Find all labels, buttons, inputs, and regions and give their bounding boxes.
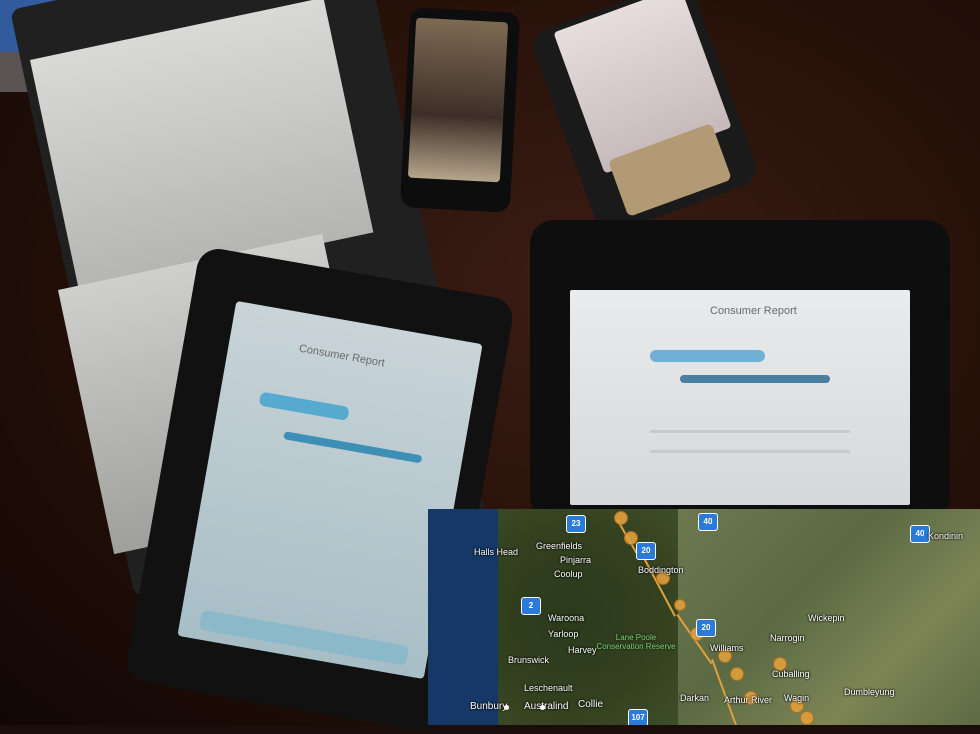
map-place-label: Leschenault bbox=[524, 683, 573, 693]
map-place-label: Brunswick bbox=[508, 655, 550, 665]
form-slider bbox=[283, 431, 423, 464]
map-place-label: Narrogin bbox=[770, 633, 805, 643]
city-dot bbox=[504, 705, 509, 710]
map-place-label: Pinjarra bbox=[560, 555, 592, 565]
highway-shield: 40 bbox=[910, 525, 930, 543]
map-place-label: Halls Head bbox=[474, 547, 519, 557]
map-place-label: Greenfields bbox=[536, 541, 583, 551]
ipad-screen: Consumer Report bbox=[570, 290, 910, 505]
form-line bbox=[650, 430, 850, 433]
map-place-label: Collie bbox=[578, 699, 604, 710]
highway-shield: 40 bbox=[698, 513, 718, 531]
map-place-label: Cuballing bbox=[772, 669, 810, 679]
map-place-label: Australind bbox=[524, 701, 569, 712]
highway-shield: 20 bbox=[696, 619, 716, 637]
highway-shield: 23 bbox=[566, 515, 586, 533]
route-marker bbox=[800, 711, 814, 725]
iphone-photo-screen bbox=[407, 17, 509, 183]
map-place-label: Yarloop bbox=[548, 629, 579, 639]
route-marker bbox=[730, 667, 744, 681]
form-title-right: Consumer Report bbox=[710, 305, 797, 317]
map-place-label: Waroona bbox=[548, 613, 585, 623]
form-slider-right bbox=[680, 375, 830, 383]
map-inset: 23 40 20 2 20 107 40 Halls Head Greenfie… bbox=[428, 509, 980, 725]
map-place-label: Wagin bbox=[784, 693, 810, 703]
map-place-label: Coolup bbox=[554, 569, 583, 579]
route-marker bbox=[614, 511, 628, 525]
form-field-highlight-right bbox=[650, 350, 765, 362]
map-place-label: Kondinin bbox=[928, 531, 964, 541]
map-place-label: Harvey bbox=[568, 645, 597, 655]
map-place-label: Bunbury bbox=[470, 701, 508, 712]
map-place-label: Arthur River bbox=[724, 695, 773, 705]
form-line bbox=[650, 450, 850, 453]
map-place-label: Boddington bbox=[638, 565, 684, 575]
highway-shield: 20 bbox=[636, 542, 656, 560]
map-place-label: Dumbleyung bbox=[844, 687, 895, 697]
form-title-left: Consumer Report bbox=[298, 342, 386, 370]
highway-shield: 2 bbox=[521, 597, 541, 615]
map-place-label: Darkan bbox=[680, 693, 710, 703]
reserve-label: Lane Poole Conservation Reserve bbox=[596, 633, 676, 651]
map-place-label: Wickepin bbox=[808, 613, 845, 623]
map-sea bbox=[428, 509, 498, 725]
route-marker bbox=[674, 599, 686, 611]
form-field-highlight bbox=[258, 391, 350, 421]
city-dot bbox=[540, 705, 545, 710]
highway-shield: 107 bbox=[628, 709, 648, 725]
map-place-label: Williams bbox=[710, 643, 744, 653]
